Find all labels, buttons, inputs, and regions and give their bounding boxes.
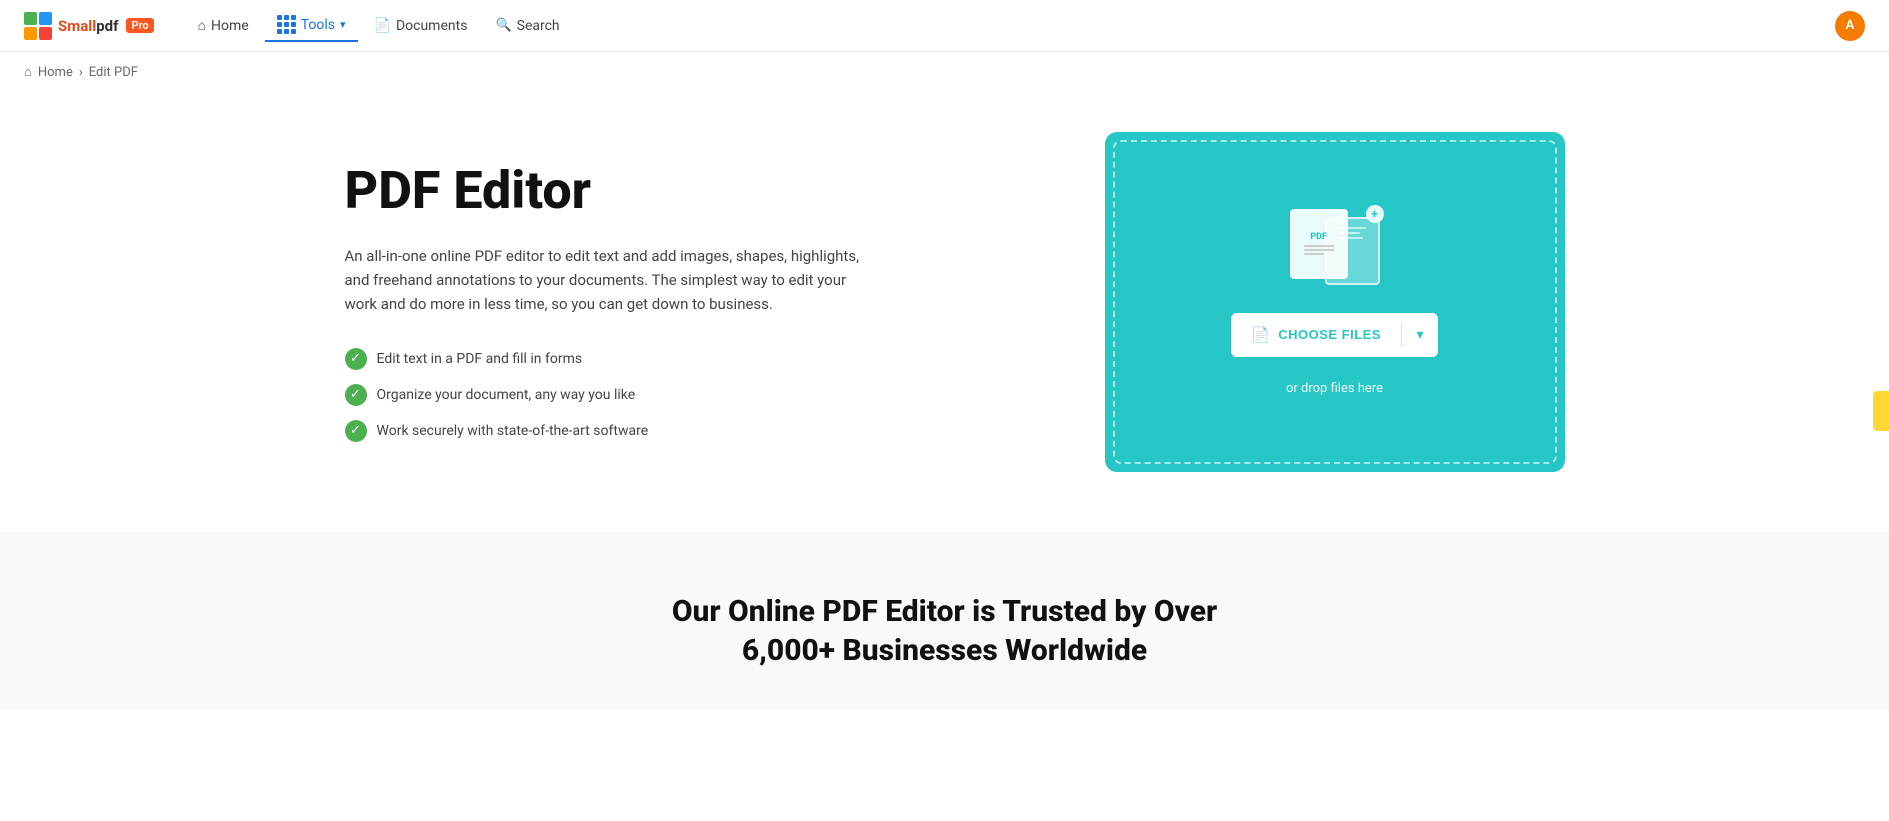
floating-side-button[interactable] [1873, 391, 1889, 431]
logo-icon [24, 12, 52, 40]
pdf-icon-group: PDF + [1290, 209, 1380, 289]
nav-tools-label: Tools [301, 17, 335, 33]
bottom-title: Our Online PDF Editor is Trusted by Over… [645, 592, 1245, 670]
check-icon-3: ✓ [345, 420, 367, 442]
breadcrumb-separator: › [79, 65, 83, 80]
nav-search[interactable]: 🔍 Search [483, 12, 571, 40]
documents-icon: 📄 [374, 18, 391, 34]
nav-documents-label: Documents [396, 18, 467, 34]
choose-files-label: CHOOSE FILES [1278, 327, 1381, 342]
navbar: Smallpdf Pro ⌂ Home Tools ▾ 📄 Documents [0, 0, 1889, 52]
pdf-doc-front: PDF [1290, 209, 1348, 279]
check-icon-2: ✓ [345, 384, 367, 406]
choose-files-button[interactable]: 📄 CHOOSE FILES [1231, 313, 1401, 357]
feature-text-1: Edit text in a PDF and fill in forms [377, 351, 583, 367]
breadcrumb-home-icon: ⌂ [24, 64, 32, 80]
nav-home[interactable]: ⌂ Home [186, 11, 261, 40]
edit-badge: + [1366, 205, 1384, 223]
breadcrumb-current: Edit PDF [89, 65, 138, 80]
page-description: An all-in-one online PDF editor to edit … [345, 244, 865, 316]
list-item: ✓ Edit text in a PDF and fill in forms [345, 348, 945, 370]
choose-files-dropdown[interactable]: ▾ [1402, 313, 1438, 357]
tools-chevron-icon: ▾ [340, 18, 346, 31]
drop-text: or drop files here [1286, 381, 1383, 396]
left-panel: PDF Editor An all-in-one online PDF edit… [345, 162, 945, 441]
feature-list: ✓ Edit text in a PDF and fill in forms ✓… [345, 348, 945, 442]
breadcrumb: ⌂ Home › Edit PDF [0, 52, 1889, 92]
breadcrumb-home-link[interactable]: Home [38, 65, 73, 80]
chevron-down-icon: ▾ [1416, 326, 1423, 343]
check-icon-1: ✓ [345, 348, 367, 370]
bottom-section: Our Online PDF Editor is Trusted by Over… [0, 532, 1889, 710]
list-item: ✓ Work securely with state-of-the-art so… [345, 420, 945, 442]
search-icon: 🔍 [495, 18, 511, 33]
choose-files-button-group[interactable]: 📄 CHOOSE FILES ▾ [1231, 313, 1438, 357]
logo-text: Smallpdf [58, 17, 118, 35]
main-content: PDF Editor An all-in-one online PDF edit… [245, 92, 1645, 532]
list-item: ✓ Organize your document, any way you li… [345, 384, 945, 406]
page-title: PDF Editor [345, 162, 945, 219]
nav-home-label: Home [211, 18, 249, 34]
nav-tools[interactable]: Tools ▾ [265, 9, 358, 42]
user-avatar[interactable]: A [1835, 11, 1865, 41]
grid-icon [277, 15, 296, 34]
feature-text-3: Work securely with state-of-the-art soft… [377, 423, 649, 439]
nav-documents[interactable]: 📄 Documents [362, 12, 480, 40]
file-icon: 📄 [1251, 326, 1270, 344]
home-icon: ⌂ [198, 17, 206, 34]
feature-text-2: Organize your document, any way you like [377, 387, 636, 403]
nav-search-label: Search [517, 18, 560, 34]
logo-pro: Pro [126, 18, 153, 33]
logo[interactable]: Smallpdf Pro [24, 12, 154, 40]
upload-dropzone[interactable]: PDF + 📄 CHOOSE FILES ▾ [1105, 132, 1565, 472]
nav-links: ⌂ Home Tools ▾ 📄 Documents 🔍 Search [186, 9, 1835, 42]
right-panel: PDF + 📄 CHOOSE FILES ▾ [1105, 132, 1565, 472]
